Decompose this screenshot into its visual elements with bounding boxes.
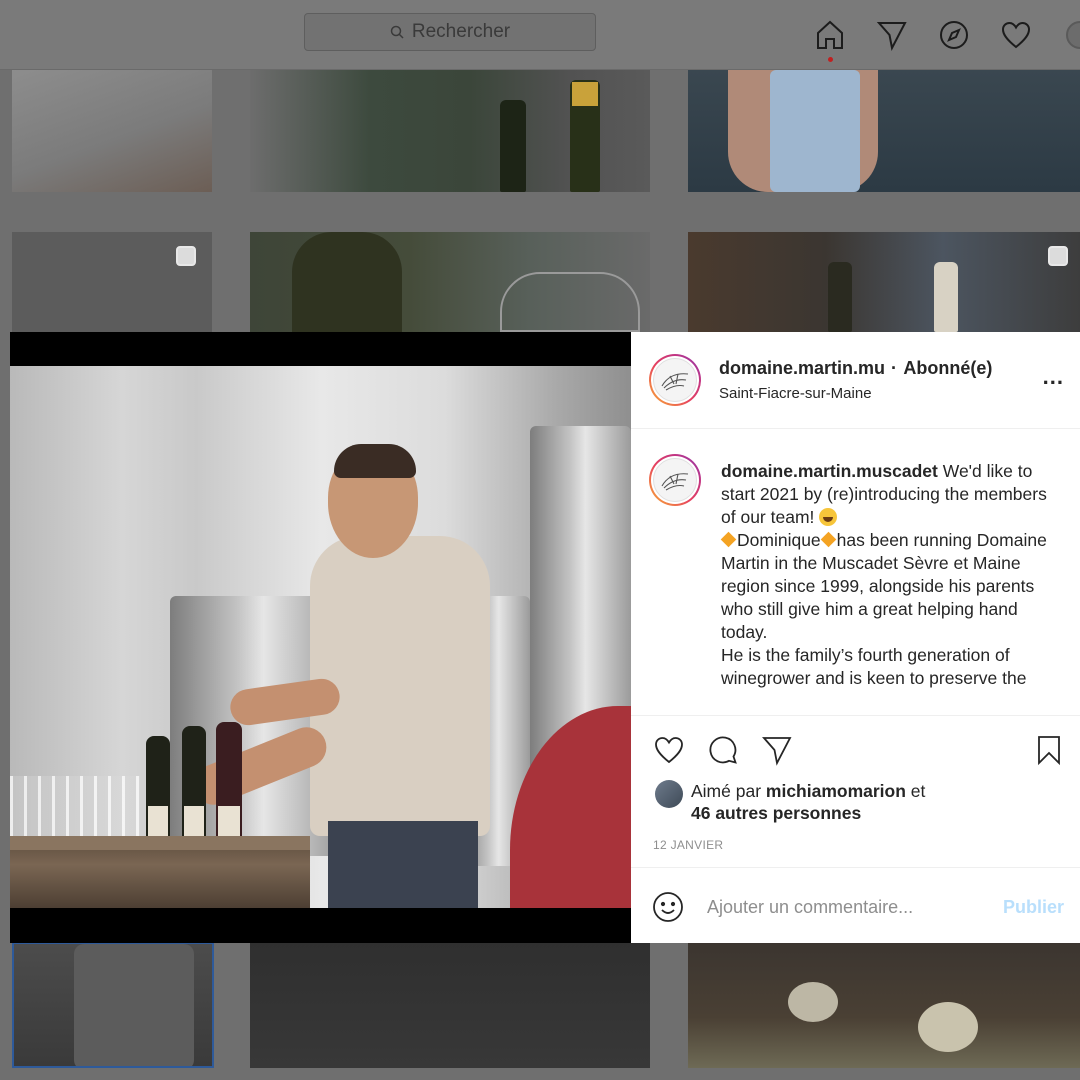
bottle-label — [184, 806, 204, 836]
star-struck-emoji-icon — [819, 508, 838, 526]
home-icon[interactable] — [812, 17, 848, 62]
bottle-shape — [770, 70, 860, 192]
caption-area: domaine.martin.muscadet We'd like to sta… — [631, 430, 1080, 713]
light-shape — [788, 982, 838, 1022]
save-bookmark-icon[interactable] — [1031, 732, 1067, 768]
author-avatar[interactable] — [649, 354, 701, 406]
profile-avatar[interactable] — [1066, 21, 1080, 49]
comment-icon[interactable] — [705, 732, 741, 768]
more-options-button[interactable]: ... — [1043, 366, 1064, 388]
caption-author-avatar[interactable] — [649, 454, 701, 506]
liked-by-prefix: Aimé par — [691, 781, 766, 801]
notification-dot — [828, 57, 833, 62]
bottle-shape — [934, 262, 958, 332]
person-jeans — [328, 821, 478, 908]
domaine-logo-icon — [661, 373, 689, 391]
caption-text: He is the family’s fourth generation of … — [721, 645, 1027, 688]
bottle-shape — [828, 262, 852, 332]
post-location[interactable]: Saint-Fiacre-sur-Maine — [719, 385, 872, 402]
glass-shape — [500, 272, 640, 332]
domaine-logo-icon — [661, 473, 689, 491]
publish-button[interactable]: Publier — [1003, 897, 1064, 918]
share-icon[interactable] — [759, 732, 795, 768]
person-hair — [334, 444, 416, 478]
post-caption: domaine.martin.muscadet We'd like to sta… — [720, 460, 1066, 690]
author-username[interactable]: domaine.martin.mu — [719, 358, 885, 378]
search-box[interactable]: Rechercher — [304, 13, 596, 51]
person-shape — [74, 944, 194, 1066]
bottle-label — [218, 806, 240, 836]
liked-by-line: Aimé par michiamomarion et — [691, 780, 925, 802]
person-shirt — [310, 536, 490, 836]
grid-post-thumbnail[interactable] — [250, 232, 650, 332]
liker-avatar[interactable] — [655, 780, 683, 808]
like-heart-icon[interactable] — [651, 732, 687, 768]
grid-post-thumbnail[interactable] — [688, 232, 1080, 332]
bottle-shape — [500, 100, 526, 192]
comment-input[interactable] — [707, 894, 987, 920]
likes-count[interactable]: 46 autres personnes — [691, 803, 861, 824]
caption-username[interactable]: domaine.martin.muscadet — [721, 461, 938, 481]
post-date[interactable]: 12 JANVIER — [653, 838, 723, 852]
orange-diamond-icon — [720, 531, 737, 548]
bottle-cap — [572, 82, 598, 106]
top-navigation-bar: Rechercher — [0, 0, 1080, 70]
author-username-line: domaine.martin.mu · Abonné(e) — [719, 358, 992, 379]
liker-username[interactable]: michiamomarion — [766, 781, 906, 801]
bottle-shape — [292, 232, 402, 332]
comment-bar: Publier — [631, 867, 1080, 943]
bottle-label — [148, 806, 168, 836]
search-placeholder: Rechercher — [411, 21, 511, 42]
post-header: domaine.martin.mu · Abonné(e) Saint-Fiacr… — [631, 332, 1080, 429]
grid-post-thumbnail[interactable] — [688, 70, 1080, 192]
post-image[interactable] — [10, 332, 631, 943]
barrel-top — [10, 836, 310, 850]
light-shape — [918, 1002, 978, 1052]
grid-post-thumbnail[interactable] — [688, 942, 1080, 1068]
caption-name: Dominique — [737, 530, 821, 550]
post-actions: Aimé par michiamomarion et 46 autres per… — [631, 715, 1080, 865]
orange-diamond-icon — [820, 531, 836, 548]
direct-icon[interactable] — [874, 17, 910, 53]
grid-post-thumbnail[interactable] — [12, 70, 212, 192]
grid-post-thumbnail[interactable] — [12, 232, 212, 332]
activity-icon[interactable] — [998, 17, 1034, 53]
search-icon — [390, 25, 404, 39]
grid-post-thumbnail[interactable] — [250, 942, 650, 1068]
carousel-icon — [176, 246, 196, 266]
separator-dot: · — [891, 358, 898, 378]
explore-icon[interactable] — [936, 17, 972, 53]
follow-status[interactable]: Abonné(e) — [903, 358, 992, 378]
grid-post-thumbnail[interactable] — [250, 70, 650, 192]
post-photo — [10, 366, 631, 908]
liked-by-suffix: et — [905, 781, 926, 801]
emoji-picker-icon[interactable] — [651, 890, 685, 924]
grid-post-thumbnail[interactable] — [12, 942, 214, 1068]
post-detail-panel: domaine.martin.mu · Abonné(e) Saint-Fiacr… — [631, 332, 1080, 943]
carousel-icon — [1048, 246, 1068, 266]
